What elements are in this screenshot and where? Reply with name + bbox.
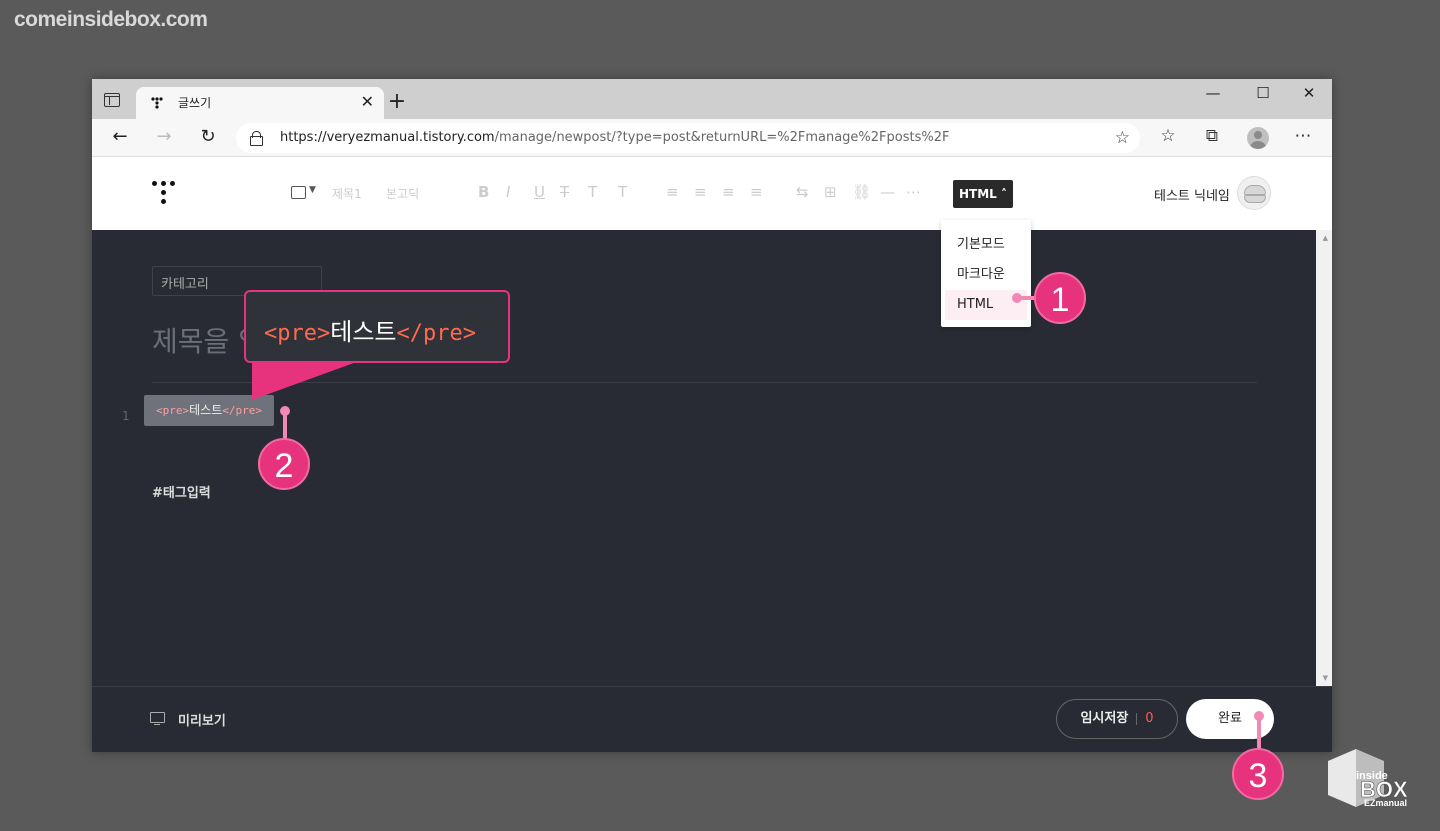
browser-window: 글쓰기 ✕ + — ☐ ✕ ← → ↻ https://veryezmanual… (92, 79, 1332, 752)
close-window-icon[interactable]: ✕ (1294, 84, 1324, 102)
lock-icon[interactable] (250, 131, 263, 146)
scroll-up-icon[interactable]: ▲ (1323, 234, 1328, 242)
mode-item-markdown[interactable]: 마크다운 (941, 260, 1031, 290)
more-format-icon[interactable]: ⋯ (906, 183, 921, 201)
minimize-icon[interactable]: — (1198, 84, 1228, 102)
tag-input[interactable]: #태그입력 (152, 482, 211, 501)
save-draft-button[interactable]: 임시저장 0 (1056, 699, 1178, 739)
title-input[interactable]: 제목을 입력하세요 (152, 320, 252, 360)
editor-mode-dropdown: 기본모드 마크다운 HTML (941, 220, 1031, 327)
monitor-icon[interactable] (150, 712, 165, 725)
italic-icon[interactable]: I (506, 183, 510, 201)
step-marker-2: 2 (258, 438, 310, 490)
address-bar[interactable]: https://veryezmanual.tistory.com/manage/… (236, 123, 1140, 153)
tab-title: 글쓰기 (178, 96, 212, 110)
svg-text:EZmanual: EZmanual (1364, 798, 1407, 807)
align-center-icon[interactable]: ≡ (694, 183, 707, 201)
tab-close-icon[interactable]: ✕ (361, 92, 374, 111)
callout-pointer (252, 360, 362, 400)
table-icon[interactable]: ⊞ (824, 183, 837, 201)
marker-2-connector (283, 412, 287, 440)
align-right-icon[interactable]: ≡ (722, 183, 735, 201)
site-watermark: comeinsidebox.com (14, 8, 208, 31)
tab-strip: 글쓰기 ✕ + — ☐ ✕ (92, 79, 1332, 119)
align-left-icon[interactable]: ≡ (666, 183, 679, 201)
step-marker-1: 1 (1034, 272, 1086, 324)
editor-scrollbar[interactable]: ▲ ▼ (1316, 230, 1332, 686)
mode-item-basic[interactable]: 기본모드 (941, 230, 1031, 260)
chevron-up-icon: ˄ (1001, 187, 1008, 201)
favorites-icon[interactable]: ☆ (1156, 126, 1180, 146)
insidebox-logo: inside BOX EZmanual (1328, 749, 1408, 807)
link-icon[interactable]: ⛓ (852, 183, 871, 201)
step-marker-3: 3 (1232, 748, 1284, 800)
collections-icon[interactable]: ⧉ (1200, 126, 1224, 146)
strikethrough-icon[interactable]: T (560, 183, 569, 201)
zoom-callout-text: <pre>테스트</pre> (264, 318, 476, 346)
underline-icon[interactable]: U (534, 183, 545, 201)
forward-icon[interactable]: → (152, 126, 176, 147)
bold-icon[interactable]: B (478, 183, 489, 201)
browser-tab[interactable]: 글쓰기 ✕ (136, 87, 384, 119)
new-tab-icon[interactable]: + (386, 87, 408, 117)
more-options-icon[interactable]: ⋯ (1291, 126, 1315, 146)
align-justify-icon[interactable]: ≡ (750, 183, 763, 201)
editor-toolbar: ▼ 제목1 본고딕 B I U T T T ≡ ≡ ≡ ≡ ⇆ ⊞ ⛓ — ⋯ … (92, 157, 1332, 230)
quote-icon[interactable]: ⇆ (796, 183, 809, 201)
nickname: 테스트 닉네임 (1154, 189, 1230, 204)
url-text[interactable]: https://veryezmanual.tistory.com/manage/… (280, 130, 949, 145)
line-number: 1 (122, 409, 130, 423)
add-favorite-icon[interactable]: ☆ (1115, 128, 1130, 148)
browser-profile-avatar[interactable] (1247, 127, 1269, 149)
chevron-down-icon[interactable]: ▼ (309, 185, 316, 195)
tistory-favicon-icon (151, 97, 163, 109)
image-icon[interactable] (291, 186, 306, 199)
font-select[interactable]: 본고딕 (386, 185, 419, 202)
preview-button[interactable]: 미리보기 (178, 710, 226, 729)
back-icon[interactable]: ← (108, 126, 132, 147)
zoom-callout: <pre>테스트</pre> (244, 290, 510, 363)
divider-line-icon[interactable]: — (880, 183, 895, 201)
text-color-icon[interactable]: T (588, 183, 597, 201)
user-avatar[interactable] (1237, 176, 1271, 210)
tab-actions-icon[interactable] (104, 93, 120, 107)
refresh-icon[interactable]: ↻ (196, 126, 220, 147)
marker-1-dot (1012, 293, 1022, 303)
heading-select[interactable]: 제목1 (332, 185, 362, 202)
editor-footer: 미리보기 임시저장 0 완료 (92, 686, 1332, 752)
maximize-icon[interactable]: ☐ (1248, 84, 1278, 102)
marker-3-connector (1257, 717, 1261, 749)
scroll-down-icon[interactable]: ▼ (1323, 674, 1328, 682)
tistory-logo[interactable] (152, 181, 178, 207)
text-background-icon[interactable]: T (618, 183, 627, 201)
editor-mode-button[interactable]: HTML ˄ (953, 180, 1014, 208)
address-toolbar: ← → ↻ https://veryezmanual.tistory.com/m… (92, 119, 1332, 157)
